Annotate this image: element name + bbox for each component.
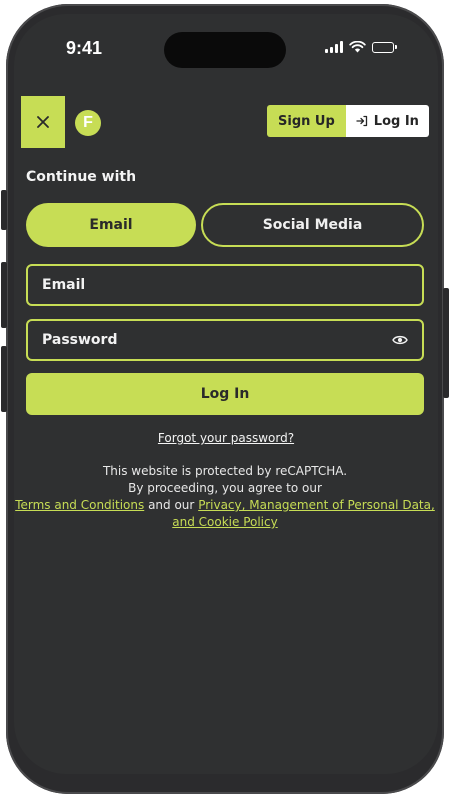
screen: 9:41 F Sign Up Log In Continue with Emai… bbox=[14, 14, 438, 774]
phone-silent-switch bbox=[1, 190, 7, 230]
phone-power-button bbox=[443, 288, 449, 398]
legal-links-row: Terms and Conditions and our Privacy, Ma… bbox=[14, 497, 436, 531]
tab-social-media[interactable]: Social Media bbox=[201, 203, 424, 247]
tab-email[interactable]: Email bbox=[26, 203, 196, 247]
privacy-policy-link[interactable]: Privacy, Management of Personal Data, an… bbox=[172, 498, 435, 529]
brand-logo: F bbox=[75, 110, 101, 136]
close-icon bbox=[37, 116, 49, 128]
password-field-container bbox=[26, 319, 424, 361]
log-in-header-button[interactable]: Log In bbox=[345, 105, 429, 137]
log-in-submit-label: Log In bbox=[200, 386, 250, 402]
close-button[interactable] bbox=[21, 96, 65, 148]
phone-volume-down bbox=[1, 346, 7, 412]
legal-connector: and our bbox=[148, 498, 195, 512]
phone-volume-up bbox=[1, 262, 7, 328]
tab-social-media-label: Social Media bbox=[262, 217, 363, 233]
forgot-password-row: Forgot your password? bbox=[14, 431, 438, 445]
status-icons bbox=[325, 41, 397, 53]
wifi-icon bbox=[349, 41, 366, 53]
recaptcha-notice: This website is protected by reCAPTCHA. bbox=[102, 464, 348, 478]
email-field-container bbox=[26, 264, 424, 306]
status-time: 9:41 bbox=[66, 38, 103, 58]
password-input[interactable] bbox=[42, 332, 362, 348]
continue-with-label: Continue with bbox=[26, 169, 137, 185]
signal-icon bbox=[325, 41, 343, 53]
email-input[interactable] bbox=[42, 277, 362, 293]
terms-link[interactable]: Terms and Conditions bbox=[15, 498, 144, 512]
tab-email-label: Email bbox=[89, 217, 133, 233]
sign-up-label: Sign Up bbox=[278, 113, 335, 129]
forgot-password-link[interactable]: Forgot your password? bbox=[158, 431, 294, 445]
login-arrow-icon bbox=[356, 115, 367, 127]
dynamic-island bbox=[164, 32, 286, 68]
auth-switch: Sign Up Log In bbox=[267, 105, 429, 137]
agreement-text: By proceeding, you agree to our bbox=[128, 481, 322, 495]
legal-notice: This website is protected by reCAPTCHA. … bbox=[14, 463, 436, 531]
log-in-header-label: Log In bbox=[373, 113, 419, 129]
eye-icon[interactable] bbox=[392, 334, 408, 346]
sign-up-button[interactable]: Sign Up bbox=[267, 105, 346, 137]
battery-icon bbox=[372, 41, 397, 53]
logo-letter: F bbox=[83, 114, 93, 131]
log-in-submit-button[interactable]: Log In bbox=[26, 373, 424, 415]
